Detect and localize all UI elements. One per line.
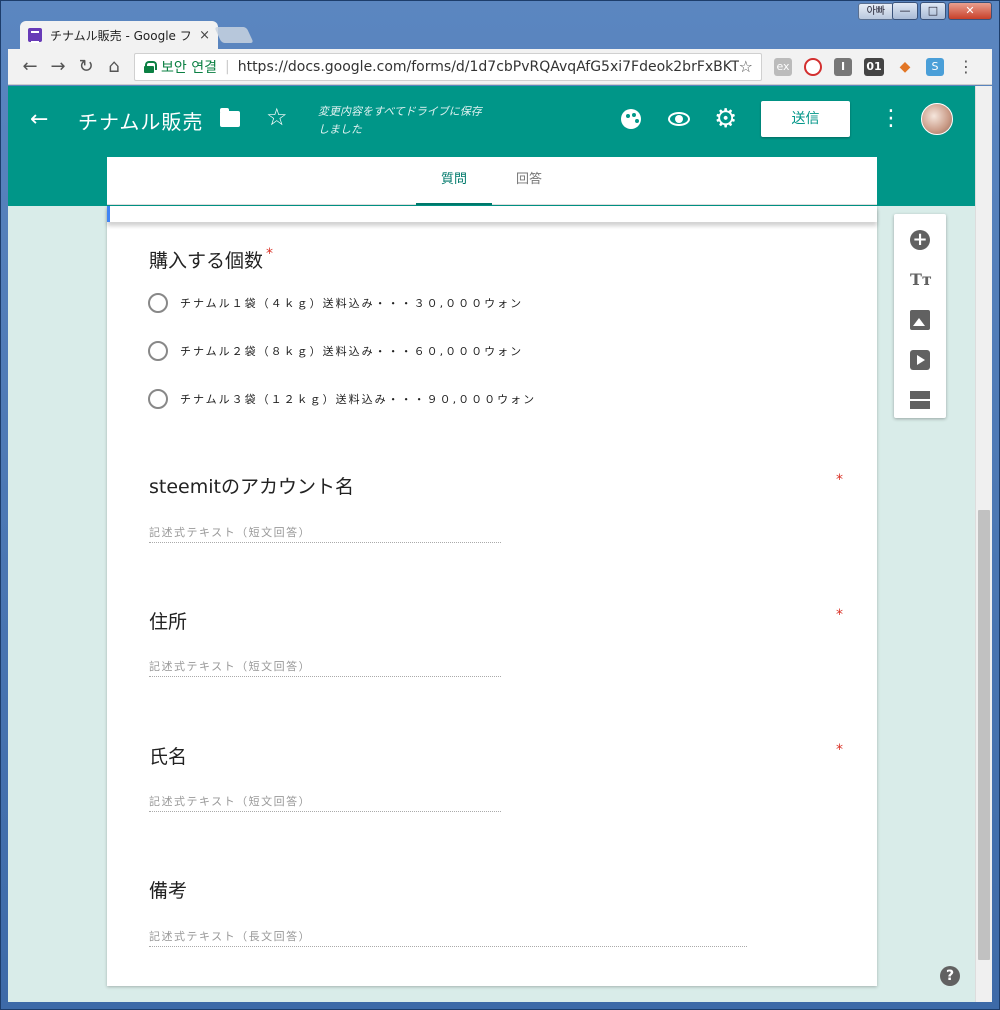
address-bar[interactable]: 보안 연결 | https://docs.google.com/forms/d/…	[134, 52, 762, 81]
required-mark: *	[836, 607, 843, 623]
add-video-icon[interactable]	[910, 350, 930, 370]
option-3-bags[interactable]: チナムル３袋（１２ｋｇ）送料込み・・・９０,０００ウォン	[148, 388, 536, 410]
form-tabs: 質問 回答	[107, 157, 877, 205]
saved-status: 変更内容をすべてドライブに保存しました	[318, 105, 482, 136]
window-user-badge: 아빠	[857, 3, 894, 20]
scroll-thumb[interactable]	[978, 510, 990, 960]
extension-i-icon[interactable]: I	[834, 57, 852, 76]
option-1-bag[interactable]: チナムル１袋（４ｋｇ）送料込み・・・３０,０００ウォン	[148, 292, 523, 314]
option-2-bags[interactable]: チナムル２袋（８ｋｇ）送料込み・・・６０,０００ウォン	[148, 340, 523, 362]
more-options-icon[interactable]: ⋮	[880, 104, 902, 134]
form-title[interactable]: チナムル販売	[78, 106, 203, 135]
short-answer-field[interactable]: 記述式テキスト（短文回答）	[149, 655, 501, 677]
tab-close-icon[interactable]: ×	[199, 28, 210, 43]
lock-icon	[143, 60, 157, 73]
reload-icon[interactable]: ↻	[72, 53, 100, 81]
extension-s-icon[interactable]: S	[926, 57, 944, 76]
chrome-menu-icon[interactable]: ⋮	[958, 57, 974, 76]
tab-questions[interactable]: 質問	[416, 157, 492, 205]
extension-01-icon[interactable]: 01	[864, 57, 884, 76]
tab-title: チナムル販売 - Google フ	[50, 28, 192, 43]
minimize-button[interactable]: —	[892, 2, 918, 20]
answer-placeholder: 記述式テキスト（短文回答）	[149, 526, 312, 539]
forward-arrow-icon[interactable]: →	[44, 53, 72, 81]
question-title-account[interactable]: steemitのアカウント名	[149, 472, 354, 499]
scrollbar[interactable]	[975, 86, 992, 1002]
question-title-text: 購入する個数	[149, 250, 264, 272]
url-text[interactable]: https://docs.google.com/forms/d/1d7cbPvR…	[238, 59, 739, 75]
question-title-name[interactable]: 氏名	[149, 742, 187, 769]
avatar[interactable]	[921, 103, 953, 135]
radio-button[interactable]	[148, 293, 168, 313]
send-button[interactable]: 送信	[761, 101, 850, 137]
previous-card-edge	[107, 206, 877, 222]
star-icon[interactable]: ☆	[266, 103, 288, 131]
question-title-address[interactable]: 住所	[149, 607, 187, 634]
bookmark-star-icon[interactable]: ☆	[739, 57, 753, 76]
required-mark: *	[836, 472, 843, 488]
maximize-button[interactable]: □	[920, 2, 946, 20]
add-section-icon[interactable]	[910, 390, 930, 410]
tab-responses[interactable]: 回答	[507, 157, 551, 205]
long-answer-field[interactable]: 記述式テキスト（長文回答）	[149, 925, 747, 947]
help-icon[interactable]: ?	[940, 966, 960, 986]
preview-eye-icon[interactable]	[668, 112, 690, 126]
home-icon[interactable]: ⌂	[100, 53, 128, 81]
browser-toolbar: ← → ↻ ⌂ 보안 연결 | https://docs.google.com/…	[8, 49, 992, 85]
extension-red-icon[interactable]	[804, 57, 822, 76]
short-answer-field[interactable]: 記述式テキスト（短文回答）	[149, 790, 501, 812]
secure-label: 보안 연결	[161, 59, 217, 76]
option-label: チナムル３袋（１２ｋｇ）送料込み・・・９０,０００ウォン	[180, 393, 537, 406]
required-mark: *	[266, 246, 274, 262]
settings-gear-icon[interactable]: ⚙	[714, 104, 737, 134]
option-label: チナムル１袋（４ｋｇ）送料込み・・・３０,０００ウォン	[180, 297, 524, 310]
answer-placeholder: 記述式テキスト（長文回答）	[149, 930, 312, 943]
extension-ex-icon[interactable]: ex	[774, 57, 792, 76]
browser-tab[interactable]: チナムル販売 - Google フ ×	[20, 21, 218, 49]
extension-fox-icon[interactable]: ◆	[896, 58, 914, 76]
radio-button[interactable]	[148, 389, 168, 409]
back-arrow-icon[interactable]: ←	[30, 107, 48, 132]
form-content: 購入する個数 * チナムル１袋（４ｋｇ）送料込み・・・３０,０００ウォン チナムル…	[107, 206, 877, 986]
separator: |	[224, 58, 230, 75]
forms-app: ← チナムル販売 ☆ 変更内容をすべてドライブに保存しました ⚙ 送信 ⋮ 質問…	[8, 86, 975, 1002]
question-title-notes[interactable]: 備考	[149, 876, 187, 903]
forms-favicon-icon	[28, 28, 42, 43]
window-controls: — □ ✕	[892, 2, 992, 20]
add-image-icon[interactable]	[910, 310, 930, 330]
short-answer-field[interactable]: 記述式テキスト（短文回答）	[149, 521, 501, 543]
option-label: チナムル２袋（８ｋｇ）送料込み・・・６０,０００ウォン	[180, 345, 524, 358]
required-mark: *	[836, 742, 843, 758]
close-window-button[interactable]: ✕	[948, 2, 992, 20]
radio-button[interactable]	[148, 341, 168, 361]
answer-placeholder: 記述式テキスト（短文回答）	[149, 795, 312, 808]
new-tab-button[interactable]	[214, 27, 254, 43]
add-question-icon[interactable]: +	[910, 230, 930, 250]
add-items-panel: + Tт	[894, 214, 946, 418]
palette-icon[interactable]	[621, 109, 641, 129]
add-title-icon[interactable]: Tт	[910, 270, 932, 290]
folder-icon[interactable]	[220, 108, 240, 127]
answer-placeholder: 記述式テキスト（短文回答）	[149, 660, 312, 673]
question-title-quantity[interactable]: 購入する個数 *	[149, 246, 273, 273]
back-arrow-icon[interactable]: ←	[16, 53, 44, 81]
